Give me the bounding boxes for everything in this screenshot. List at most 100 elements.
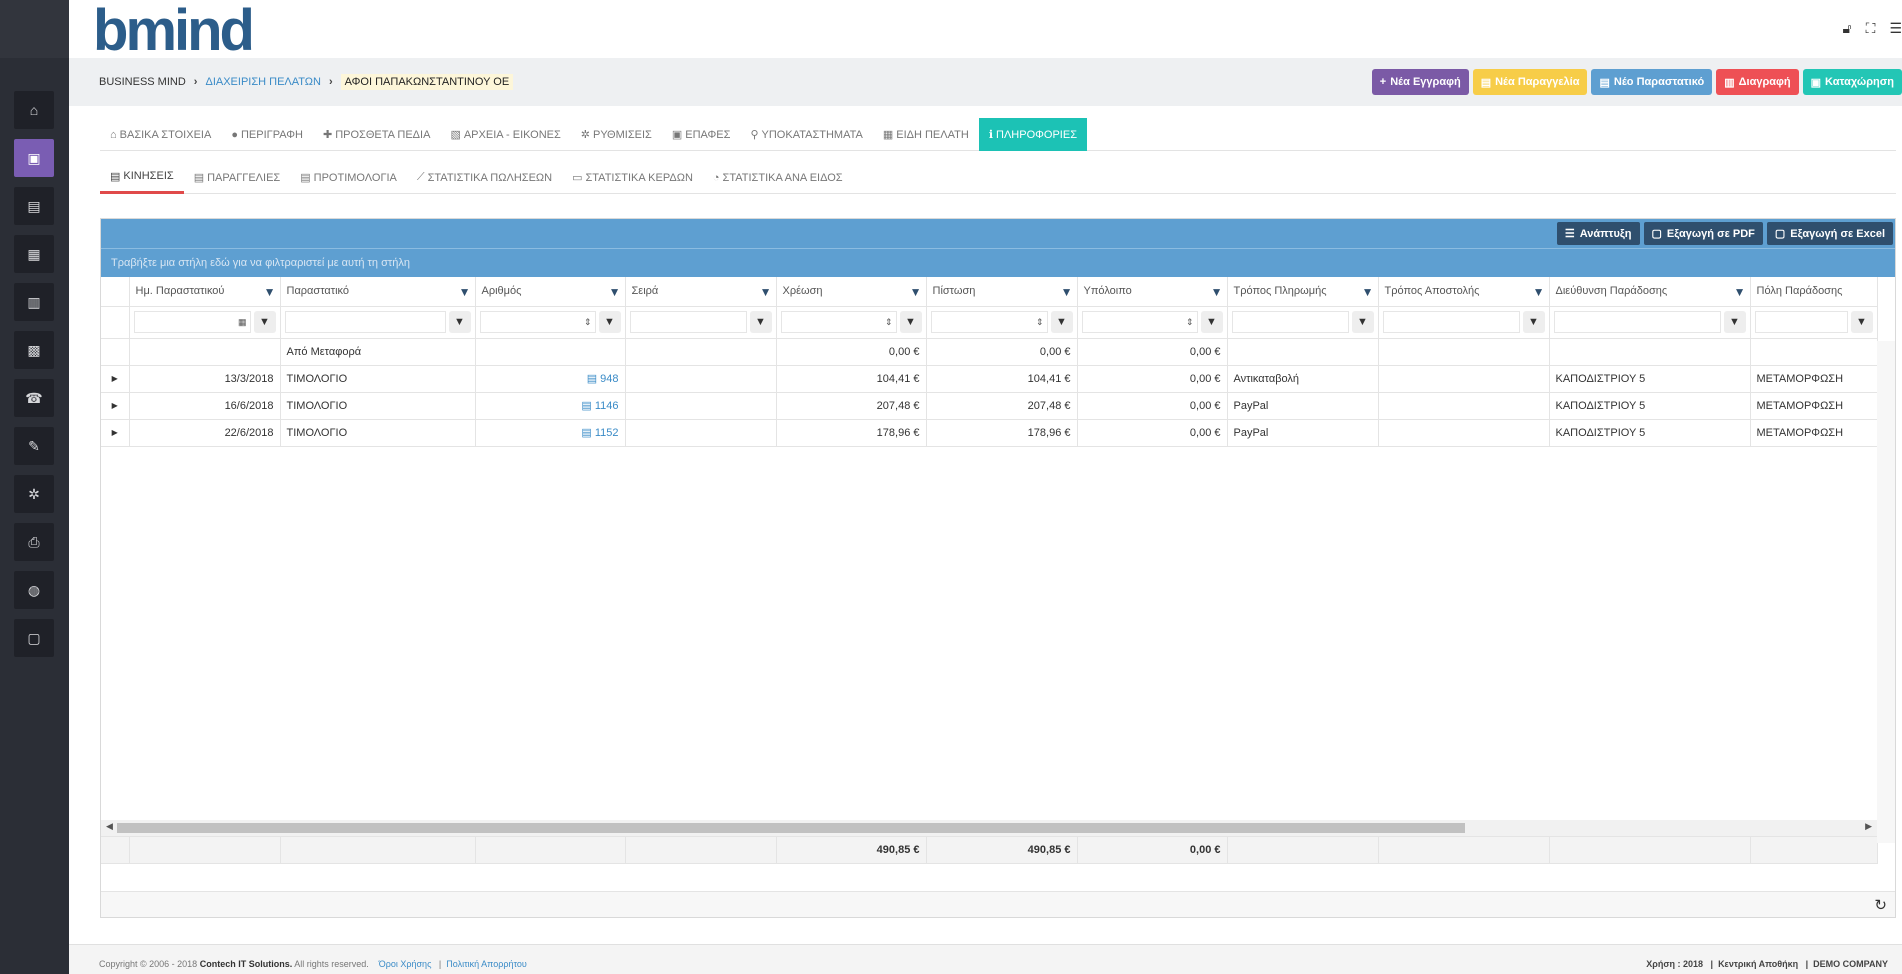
spinner-icon[interactable]: ⇕ <box>885 317 893 328</box>
tab-profit-stats[interactable]: ▭ ΣΤΑΤΙΣΤΙΚΑ ΚΕΡΔΩΝ <box>562 161 703 194</box>
column-header[interactable]: Διεύθυνση Παράδοσης ▼ <box>1549 277 1751 307</box>
logo[interactable]: bmind <box>93 2 255 60</box>
filter-icon[interactable]: ▼ <box>1362 285 1374 299</box>
filter-icon[interactable]: ▼ <box>253 311 276 333</box>
column-header[interactable]: Ημ. Παραστατικού ▼ <box>129 277 281 307</box>
filter-icon[interactable]: ▼ <box>1533 285 1545 299</box>
document-number-link[interactable]: 1146 <box>595 400 619 412</box>
spinner-icon[interactable]: ⇕ <box>584 317 592 328</box>
tab-sales-stats[interactable]: ⟋ ΣΤΑΤΙΣΤΙΚΑ ΠΩΛΗΣΕΩΝ <box>407 161 562 194</box>
export-excel-button[interactable]: ▢ Εξαγωγή σε Excel <box>1766 222 1893 245</box>
new-document-button[interactable]: ▤ Νέο Παραστατικό <box>1591 69 1713 95</box>
vertical-scrollbar[interactable] <box>1877 341 1895 843</box>
tab-branches[interactable]: ⚲ ΥΠΟΚΑΤΑΣΤΗΜΑΤΑ <box>740 118 872 151</box>
lock-open-icon[interactable]: 🔓︎ <box>1843 20 1852 37</box>
filter-icon[interactable]: ▼ <box>1723 311 1746 333</box>
column-header[interactable]: Υπόλοιπο ▼ <box>1077 277 1228 307</box>
fullscreen-icon[interactable]: ⛶ <box>1866 20 1876 37</box>
privacy-link[interactable]: Πολιτική Απορρήτου <box>446 959 527 969</box>
tab-settings[interactable]: ✲ ΡΥΘΜΙΣΕΙΣ <box>571 118 662 151</box>
globe-icon[interactable]: ◍ <box>14 571 54 609</box>
tab-description[interactable]: ● ΠΕΡΙΓΡΑΦΗ <box>221 118 313 151</box>
document-icon[interactable]: ▥ <box>14 283 54 321</box>
document-number-link[interactable]: 1152 <box>595 427 619 439</box>
column-header[interactable]: Τρόπος Αποστολής ▼ <box>1378 277 1550 307</box>
filter-icon[interactable]: ▼ <box>459 285 471 299</box>
filter-icon[interactable]: ▼ <box>910 285 922 299</box>
spinner-icon[interactable]: ⇕ <box>1036 317 1044 328</box>
document-number-link[interactable]: 948 <box>600 373 618 385</box>
group-panel[interactable]: Τραβήξτε μια στήλη εδώ για να φιλτραριστ… <box>101 248 1895 277</box>
filter-input[interactable] <box>629 311 747 333</box>
filter-icon[interactable]: ▼ <box>1211 285 1223 299</box>
number-filter-input[interactable]: ⇕ <box>930 311 1048 333</box>
expand-row-icon[interactable]: ▶ <box>101 419 130 447</box>
filter-input[interactable] <box>1553 311 1721 333</box>
filter-input[interactable] <box>1754 311 1848 333</box>
wrench-icon[interactable]: ✎ <box>14 427 54 465</box>
filter-input[interactable] <box>1231 311 1349 333</box>
menu-icon[interactable]: ☰ <box>1889 20 1902 37</box>
filter-icon[interactable]: ▼ <box>899 311 922 333</box>
number-filter-input[interactable]: ⇕ <box>479 311 596 333</box>
filter-icon[interactable]: ▼ <box>1200 311 1223 333</box>
filter-icon[interactable]: ▼ <box>609 285 621 299</box>
tab-contacts[interactable]: ▣ ΕΠΑΦΕΣ <box>662 118 741 151</box>
column-header[interactable]: Πόλη Παράδοσης <box>1750 277 1878 307</box>
scroll-left-icon[interactable]: ◀ <box>106 821 113 832</box>
tab-extra-fields[interactable]: ✚ ΠΡΟΣΘΕΤΑ ΠΕΔΙΑ <box>313 118 440 151</box>
calendar-icon[interactable]: ▩ <box>14 331 54 369</box>
filter-icon[interactable]: ▼ <box>1734 285 1746 299</box>
column-header[interactable]: Παραστατικό ▼ <box>280 277 476 307</box>
breadcrumb-root[interactable]: BUSINESS MIND <box>99 76 186 88</box>
scrollbar-thumb[interactable] <box>117 822 1465 833</box>
tab-info[interactable]: ℹ ΠΛΗΡΟΦΟΡΙΕΣ <box>978 118 1087 151</box>
tab-item-stats[interactable]: ◔ ΣΤΑΤΙΣΤΙΚΑ ΑΝΑ ΕΙΔΟΣ <box>703 161 853 194</box>
export-pdf-button[interactable]: ▢ Εξαγωγή σε PDF <box>1643 222 1763 245</box>
filter-icon[interactable]: ▼ <box>1050 311 1073 333</box>
number-filter-input[interactable]: ⇕ <box>780 311 897 333</box>
briefcase-icon[interactable]: ▢ <box>14 619 54 657</box>
save-button[interactable]: ▣ Καταχώρηση <box>1802 69 1902 95</box>
filter-icon[interactable]: ▼ <box>1522 311 1545 333</box>
gear-icon[interactable]: ✲ <box>14 475 54 513</box>
customers-icon[interactable]: ▣ <box>14 139 54 177</box>
table-row[interactable]: ▶ 16/6/2018 ΤΙΜΟΛΟΓΙΟ ▤ 1146 207,48 € 20… <box>101 392 1878 420</box>
column-header[interactable]: Σειρά ▼ <box>625 277 777 307</box>
phone-icon[interactable]: ☎ <box>14 379 54 417</box>
scroll-right-icon[interactable]: ▶ <box>1865 821 1872 832</box>
filter-icon[interactable]: ▼ <box>264 285 276 299</box>
column-header[interactable]: Τρόπος Πληρωμής ▼ <box>1227 277 1379 307</box>
filter-icon[interactable]: ▼ <box>1850 311 1873 333</box>
tab-customer-items[interactable]: ▦ ΕΙΔΗ ΠΕΛΑΤΗ <box>873 118 979 151</box>
filter-input[interactable] <box>1382 311 1520 333</box>
breadcrumb-section[interactable]: ΔΙΑΧΕΙΡΙΣΗ ΠΕΛΑΤΩΝ <box>205 76 321 88</box>
contacts-icon[interactable]: ▤ <box>14 187 54 225</box>
print-icon[interactable]: ⎙ <box>14 523 54 561</box>
table-row[interactable]: ▶ 13/3/2018 ΤΙΜΟΛΟΓΙΟ ▤ 948 104,41 € 104… <box>101 365 1878 393</box>
filter-icon[interactable]: ▼ <box>598 311 621 333</box>
tab-orders[interactable]: ▤ ΠΑΡΑΓΓΕΛΙΕΣ <box>184 161 291 194</box>
table-row[interactable]: ▶ 22/6/2018 ΤΙΜΟΛΟΓΙΟ ▤ 1152 178,96 € 17… <box>101 419 1878 447</box>
expand-row-icon[interactable]: ▶ <box>101 392 130 420</box>
refresh-icon[interactable]: ↻ <box>1874 896 1887 914</box>
spinner-icon[interactable]: ⇕ <box>1186 317 1194 328</box>
tab-proforma[interactable]: ▤ ΠΡΟΤΙΜΟΛΟΓΙΑ <box>290 161 407 194</box>
new-order-button[interactable]: ▤ Νέα Παραγγελία <box>1472 69 1588 95</box>
horizontal-scrollbar[interactable]: ◀ ▶ <box>101 819 1877 836</box>
tab-movements[interactable]: ▤ ΚΙΝΗΣΕΙΣ <box>100 161 184 194</box>
delete-button[interactable]: ▥ Διαγραφή <box>1716 69 1799 95</box>
calendar-icon[interactable]: ▦ <box>238 317 247 328</box>
tab-files[interactable]: ▧ ΑΡΧΕΙΑ - ΕΙΚΟΝΕΣ <box>440 118 570 151</box>
terms-link[interactable]: Όροι Χρήσης <box>379 959 432 969</box>
home-icon[interactable]: ⌂ <box>14 91 54 129</box>
filter-icon[interactable]: ▼ <box>760 285 772 299</box>
expand-button[interactable]: ☰ Ανάπτυξη <box>1556 222 1640 245</box>
filter-icon[interactable]: ▼ <box>1351 311 1374 333</box>
filter-icon[interactable]: ▼ <box>1061 285 1073 299</box>
tab-basic[interactable]: ⌂ ΒΑΣΙΚΑ ΣΤΟΙΧΕΙΑ <box>100 118 221 151</box>
expand-row-icon[interactable]: ▶ <box>101 365 130 393</box>
column-header[interactable]: Αριθμός ▼ <box>475 277 626 307</box>
new-record-button[interactable]: + Νέα Εγγραφή <box>1371 69 1469 95</box>
number-filter-input[interactable]: ⇕ <box>1081 311 1198 333</box>
